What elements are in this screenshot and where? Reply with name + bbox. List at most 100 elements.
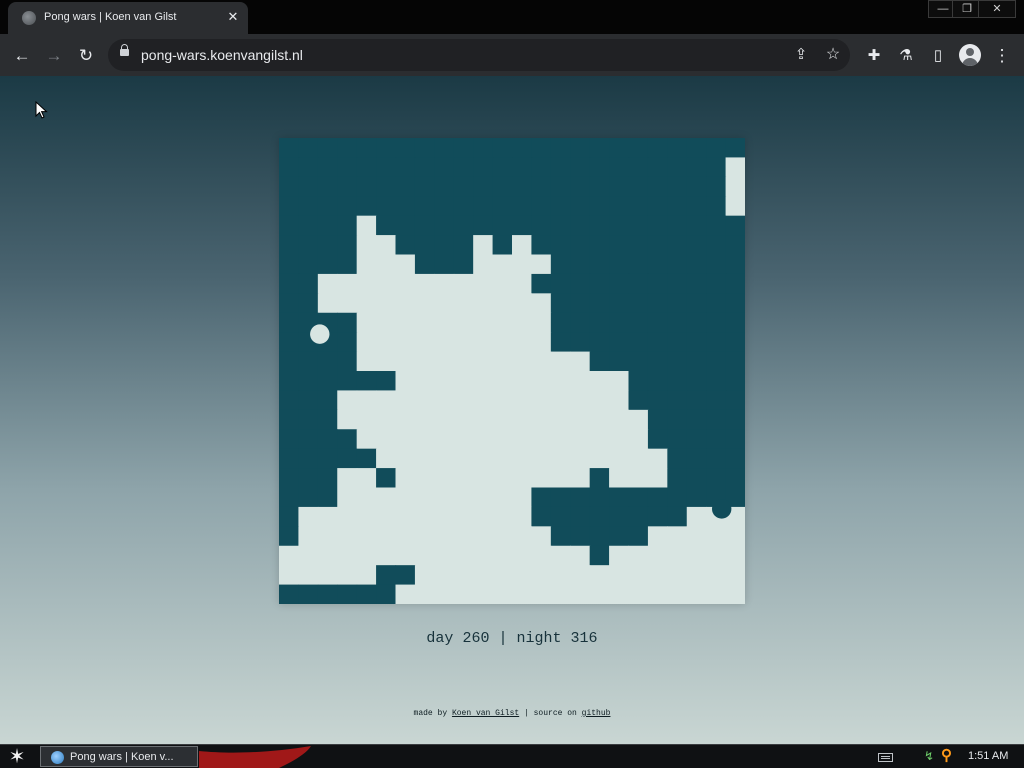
night-square (570, 196, 591, 217)
night-square (279, 448, 300, 469)
night-square (706, 312, 727, 333)
bookmark-star-icon[interactable]: ☆ (822, 44, 844, 66)
taskbar-clock[interactable]: 1:51 AM (968, 750, 1008, 762)
day-square (376, 429, 397, 450)
day-square (317, 293, 338, 314)
day-square (647, 584, 668, 604)
back-arrow-icon[interactable]: ← (11, 45, 33, 67)
labs-flask-icon[interactable]: ⚗ (895, 45, 917, 67)
made-by-text: made by (413, 709, 448, 718)
day-square (356, 468, 377, 489)
night-square (647, 312, 668, 333)
day-square (609, 545, 630, 566)
day-square (473, 254, 494, 275)
night-square (706, 409, 727, 430)
day-square (570, 468, 591, 489)
night-square (337, 332, 358, 353)
night-square (298, 176, 319, 197)
night-square (279, 215, 300, 236)
night-square (647, 254, 668, 275)
night-square (317, 157, 338, 178)
day-square (376, 312, 397, 333)
search-tray-icon[interactable]: ⚲ (941, 747, 959, 765)
day-square (531, 545, 552, 566)
night-square (686, 293, 707, 314)
day-square (570, 351, 591, 372)
day-square (453, 409, 474, 430)
night-square (395, 235, 416, 256)
browser-globe-icon (51, 751, 64, 764)
close-window-button[interactable]: ✕ (978, 0, 1016, 18)
day-square (609, 584, 630, 604)
night-square (550, 293, 571, 314)
night-square (376, 138, 397, 159)
night-square (589, 273, 610, 294)
day-square (531, 254, 552, 275)
day-square (609, 429, 630, 450)
night-square (570, 235, 591, 256)
day-square (609, 371, 630, 392)
night-square (667, 138, 688, 159)
night-square (667, 215, 688, 236)
start-menu-icon[interactable]: ✶ (5, 746, 29, 768)
day-square (492, 351, 513, 372)
lock-icon[interactable] (120, 44, 129, 56)
share-icon[interactable]: ⇪ (790, 44, 812, 66)
network-tray-icon[interactable]: ↯ (924, 749, 938, 763)
side-panel-icon[interactable]: ▯ (927, 45, 949, 67)
day-square (531, 390, 552, 411)
day-square (628, 545, 649, 566)
reload-icon[interactable]: ↻ (75, 45, 97, 67)
page-footer: made by Koen van Gilst | source on githu… (0, 709, 1024, 718)
night-square (492, 215, 513, 236)
night-square (589, 506, 610, 527)
taskbar-item-browser[interactable]: Pong wars | Koen v... (40, 746, 198, 767)
day-square (492, 293, 513, 314)
day-square (414, 312, 435, 333)
github-link[interactable]: github (582, 709, 611, 718)
url-text[interactable]: pong-wars.koenvangilst.nl (141, 47, 303, 63)
night-square (725, 390, 745, 411)
day-square (376, 545, 397, 566)
night-square (337, 312, 358, 333)
night-square (628, 390, 649, 411)
night-square (492, 235, 513, 256)
day-square (570, 448, 591, 469)
night-square (609, 196, 630, 217)
night-label: night (516, 630, 562, 647)
profile-avatar-icon[interactable] (959, 44, 981, 66)
night-square (589, 468, 610, 489)
day-count: 260 (462, 630, 490, 647)
day-square (667, 545, 688, 566)
extensions-puzzle-icon[interactable]: ✚ (863, 45, 885, 67)
night-square (628, 332, 649, 353)
day-square (356, 506, 377, 527)
address-bar[interactable]: pong-wars.koenvangilst.nl ⇪ ☆ (108, 39, 850, 71)
keyboard-tray-icon[interactable] (878, 753, 893, 762)
day-square (492, 371, 513, 392)
night-square (628, 506, 649, 527)
menu-kebab-icon[interactable]: ⋮ (991, 45, 1013, 67)
night-square (570, 215, 591, 236)
game-board[interactable] (279, 138, 745, 604)
day-square (609, 468, 630, 489)
night-square (279, 235, 300, 256)
night-count: 316 (570, 630, 598, 647)
day-square (337, 545, 358, 566)
night-square (686, 312, 707, 333)
tab-close-icon[interactable]: ✕ (224, 8, 242, 26)
day-square (356, 545, 377, 566)
author-link[interactable]: Koen van Gilst (452, 709, 519, 718)
night-square (609, 506, 630, 527)
day-square (376, 487, 397, 508)
tab-pong-wars[interactable]: Pong wars | Koen van Gilst ✕ (8, 2, 248, 34)
night-square (317, 584, 338, 604)
night-square (589, 545, 610, 566)
forward-arrow-icon[interactable]: → (43, 45, 65, 67)
score-separator: | (498, 630, 508, 647)
day-square (356, 429, 377, 450)
night-square (589, 157, 610, 178)
night-square (589, 293, 610, 314)
night-square (434, 254, 455, 275)
day-square (414, 545, 435, 566)
